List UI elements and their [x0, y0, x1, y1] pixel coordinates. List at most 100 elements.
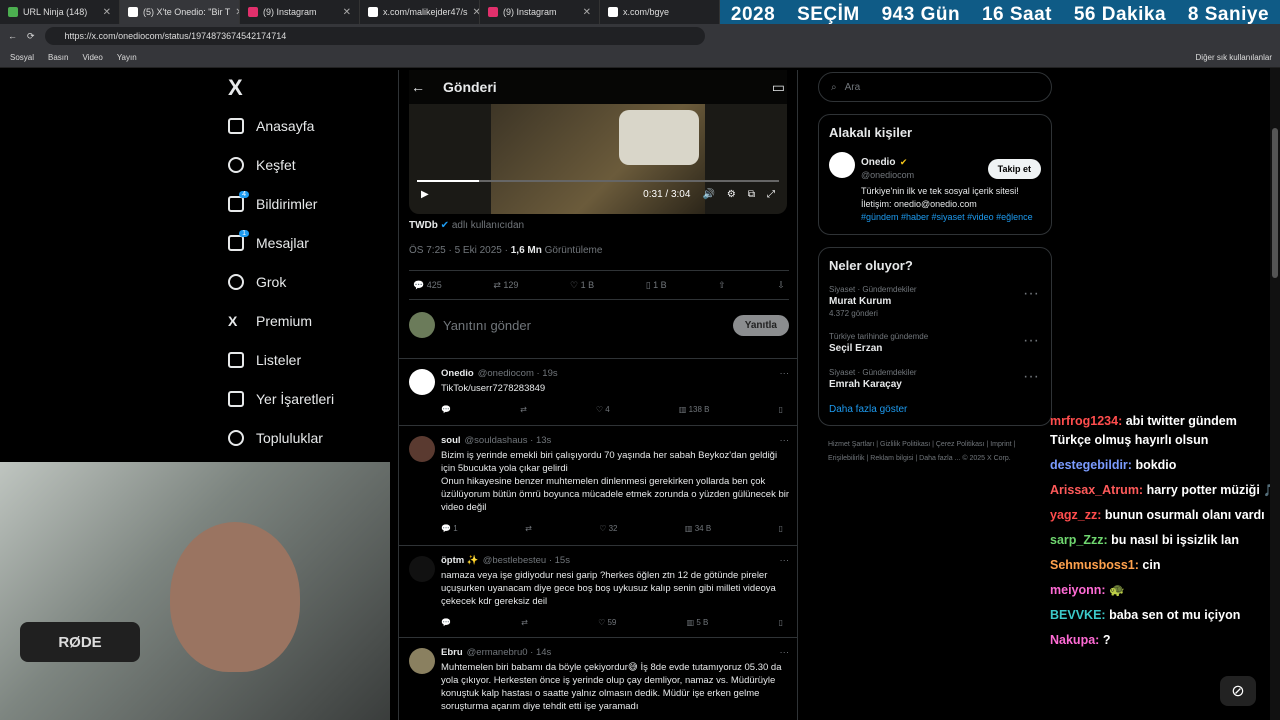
- reply-button[interactable]: Yanıtla: [732, 314, 789, 336]
- more-icon[interactable]: ···: [780, 367, 790, 380]
- more-icon[interactable]: ···: [780, 646, 790, 659]
- views-action[interactable]: ▥ 34 B: [685, 522, 711, 535]
- bookmark-basin[interactable]: Basın: [48, 53, 68, 62]
- reply-tweet[interactable]: Ebru @ermanebru0 · 14s ··· Muhtemelen biri…: [399, 637, 797, 720]
- tweet-author[interactable]: öptm ✨: [441, 554, 479, 567]
- download-icon[interactable]: ⇩: [777, 280, 785, 291]
- reply-icon[interactable]: 💬: [441, 616, 451, 629]
- tweet-author[interactable]: Onedio: [441, 367, 474, 380]
- reply-tweet[interactable]: Onedio @onediocom · 19s ··· TikTok/userr72…: [399, 358, 797, 416]
- pip-icon[interactable]: ⧉: [748, 189, 755, 200]
- more-icon[interactable]: ···: [780, 434, 790, 447]
- page-scrollbar[interactable]: [1270, 68, 1280, 720]
- tab-close-icon[interactable]: ✕: [103, 7, 111, 18]
- settings-icon[interactable]: ⚙: [727, 189, 736, 200]
- nav-lists[interactable]: Listeler: [228, 340, 388, 379]
- nav-messages[interactable]: 1 Mesajlar: [228, 223, 388, 262]
- bookmark-icon[interactable]: ▯: [779, 403, 783, 416]
- tweet-author[interactable]: Ebru: [441, 646, 463, 659]
- repost-icon[interactable]: ⇄: [521, 616, 528, 629]
- views-action[interactable]: ▥ 138 B: [679, 403, 710, 416]
- related-name[interactable]: Onedio: [861, 157, 895, 168]
- reply-tweet[interactable]: öptm ✨ @bestlebesteu · 15s ··· namaza veya…: [399, 545, 797, 637]
- views-action[interactable]: ▥ 5 B: [687, 616, 709, 629]
- more-icon[interactable]: ···: [1023, 285, 1039, 303]
- like-action[interactable]: ♡ 4: [596, 403, 610, 416]
- tweet-text: Muhtemelen biri babamı da böyle çekiyord…: [441, 662, 782, 712]
- more-icon[interactable]: ···: [1023, 368, 1039, 386]
- tab-close-icon[interactable]: ✕: [583, 7, 591, 18]
- nav-explore[interactable]: Keşfet: [228, 145, 388, 184]
- show-more-link[interactable]: Daha fazla göster: [829, 404, 1041, 415]
- trend-item[interactable]: Türkiye tarihinde gündemde Seçil Erzan ···: [829, 332, 1041, 354]
- repost-icon[interactable]: ⇄: [520, 403, 527, 416]
- bookmark-yayin[interactable]: Yayın: [117, 53, 137, 62]
- video-progress[interactable]: [417, 180, 779, 182]
- nav-grok[interactable]: Grok: [228, 262, 388, 301]
- avatar[interactable]: [409, 436, 435, 462]
- footer-links[interactable]: Hizmet Şartları | Gizlilik Politikası | …: [818, 438, 1052, 466]
- reply-action[interactable]: 💬 1: [441, 522, 458, 535]
- fullscreen-icon[interactable]: ⤢: [767, 189, 775, 200]
- share-icon[interactable]: ⇧: [718, 280, 726, 291]
- bookmark-video[interactable]: Video: [82, 53, 102, 62]
- avatar[interactable]: [409, 369, 435, 395]
- trend-item[interactable]: Siyaset · Gündemdekiler Murat Kurum 4.372 …: [829, 285, 1041, 318]
- nav-home[interactable]: Anasayfa: [228, 106, 388, 145]
- reload-icon[interactable]: ⟳: [27, 31, 35, 42]
- more-icon[interactable]: ···: [1023, 332, 1039, 350]
- tweet-handle[interactable]: @onediocom · 19s: [478, 367, 558, 380]
- like-action[interactable]: ♡ 59: [598, 616, 616, 629]
- tweet-handle[interactable]: @ermanebru0 · 14s: [467, 646, 552, 659]
- back-icon[interactable]: ←: [8, 31, 17, 41]
- avatar[interactable]: [409, 648, 435, 674]
- bookmark-icon[interactable]: ▯: [779, 616, 783, 629]
- search-box[interactable]: ⌕ Ara: [818, 72, 1052, 102]
- search-input[interactable]: Ara: [845, 82, 861, 93]
- bookmark-other[interactable]: Diğer sık kullanılanlar: [1196, 53, 1272, 62]
- tweet-handle[interactable]: @souldashaus · 13s: [465, 434, 552, 447]
- tweet-handle[interactable]: @bestlebesteu · 15s: [483, 554, 570, 567]
- reply-input[interactable]: Yanıtını gönder: [443, 318, 531, 333]
- video-controls: ▶ 0:31 / 3:04 🔊 ⚙ ⧉ ⤢: [409, 174, 787, 214]
- tweet-text: TikTok/userr7278283849: [441, 383, 546, 394]
- nav-bookmarks[interactable]: Yer İşaretleri: [228, 379, 388, 418]
- reply-icon[interactable]: 💬: [441, 403, 451, 416]
- tab-1[interactable]: (5) X'te Onedio: "Bir T✕: [120, 0, 240, 24]
- repost-icon[interactable]: ⇄: [525, 522, 532, 535]
- tab-2[interactable]: (9) Instagram ✕: [240, 0, 360, 24]
- tab-close-icon[interactable]: ✕: [343, 7, 351, 18]
- tab-close-icon[interactable]: ✕: [473, 7, 479, 18]
- related-tags[interactable]: #gündem #haber #siyaset #video #eğlence: [861, 211, 1041, 224]
- avatar[interactable]: [829, 152, 855, 178]
- tab-3[interactable]: x.com/malikejder47/s ✕: [360, 0, 480, 24]
- x-logo[interactable]: X: [228, 70, 388, 106]
- back-arrow-icon[interactable]: ←: [411, 79, 425, 95]
- avatar[interactable]: [409, 556, 435, 582]
- trend-item[interactable]: Siyaset · Gündemdekiler Emrah Karaçay ···: [829, 368, 1041, 390]
- play-icon[interactable]: ▶: [421, 189, 429, 200]
- tab-4[interactable]: (9) Instagram ✕: [480, 0, 600, 24]
- volume-icon[interactable]: 🔊: [702, 189, 714, 200]
- nav-notifications[interactable]: 4 Bildirimler: [228, 184, 388, 223]
- follow-button[interactable]: Takip et: [987, 159, 1041, 179]
- nav-communities[interactable]: Topluluklar: [228, 418, 388, 457]
- bookmark-sosyal[interactable]: Sosyal: [10, 53, 34, 62]
- nav-premium[interactable]: X Premium: [228, 301, 388, 340]
- bookmark-action[interactable]: ▯ 1 B: [646, 280, 667, 291]
- reader-icon[interactable]: ▭: [772, 79, 785, 96]
- tweet-author[interactable]: soul: [441, 434, 461, 447]
- reply-tweet[interactable]: soul @souldashaus · 13s ··· Bizim iş yerin…: [399, 425, 797, 545]
- like-action[interactable]: ♡ 32: [599, 522, 617, 535]
- tab-5[interactable]: x.com/bgye: [600, 0, 720, 24]
- source-user[interactable]: TWDb: [409, 220, 438, 231]
- bookmark-icon[interactable]: ▯: [779, 522, 783, 535]
- like-action[interactable]: ♡ 1 B: [570, 280, 594, 291]
- repost-action[interactable]: ⇄ 129: [493, 280, 518, 291]
- scrollbar-thumb[interactable]: [1272, 128, 1278, 278]
- more-icon[interactable]: ···: [780, 554, 790, 567]
- url-field[interactable]: https://x.com/onediocom/status/197487367…: [44, 27, 705, 45]
- reply-action[interactable]: 💬 425: [413, 280, 442, 291]
- tab-0[interactable]: URL Ninja (148) ✕: [0, 0, 120, 24]
- trend-name: Seçil Erzan: [829, 343, 883, 354]
